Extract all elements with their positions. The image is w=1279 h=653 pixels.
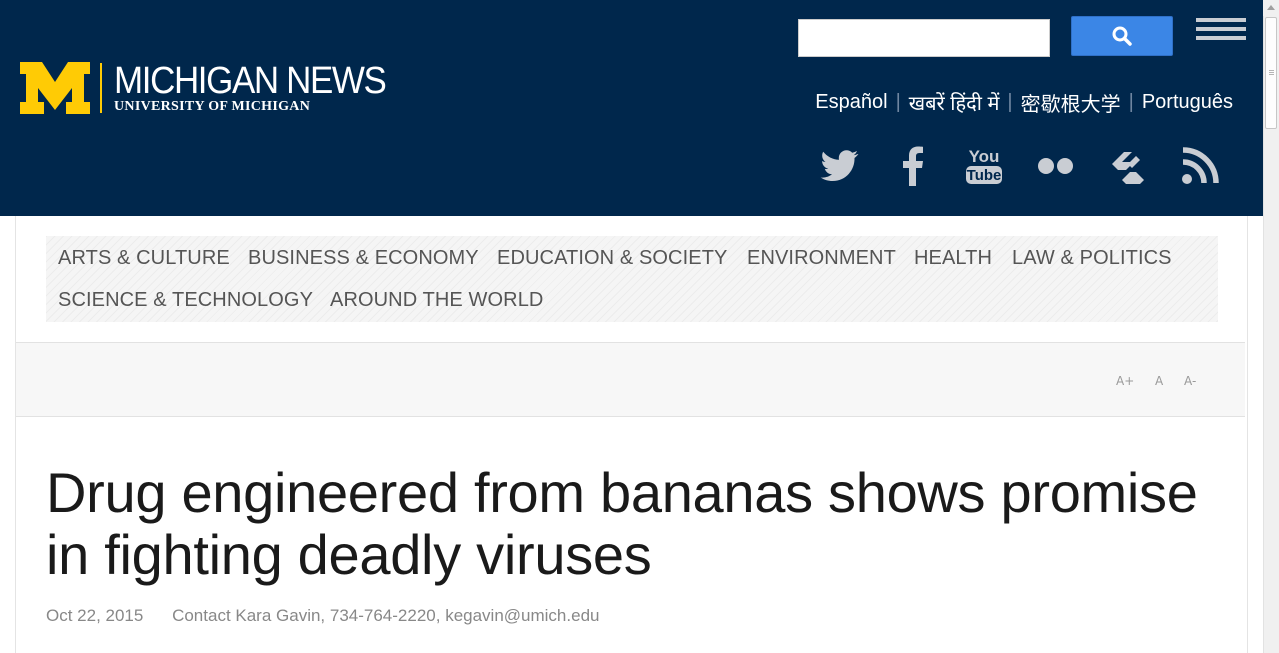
- lang-link-portugues[interactable]: Português: [1142, 91, 1233, 114]
- block-m-logo: [20, 62, 90, 114]
- topic-environment[interactable]: ENVIRONMENT: [747, 247, 896, 270]
- font-normal-button[interactable]: A: [1155, 374, 1163, 388]
- topic-arts-culture[interactable]: ARTS & CULTURE: [58, 247, 230, 270]
- scroll-grip-line: [1269, 72, 1274, 73]
- font-decrease-button[interactable]: A-: [1184, 374, 1196, 388]
- storify-icon: [1112, 152, 1144, 184]
- site-title: MICHIGAN NEWS: [114, 60, 387, 102]
- site-header: MICHIGAN NEWS UNIVERSITY OF MICHIGAN Esp…: [0, 0, 1263, 216]
- lang-link-hindi[interactable]: खबरें हिंदी में: [909, 89, 1000, 116]
- logo-divider: [100, 63, 102, 113]
- lang-separator: |: [1128, 91, 1134, 113]
- flickr-link[interactable]: [1034, 145, 1078, 187]
- facebook-link[interactable]: [890, 145, 934, 187]
- lang-link-chinese[interactable]: 密歇根大学: [1021, 88, 1121, 117]
- rss-icon: [1182, 147, 1219, 184]
- hamburger-icon-bar: [1196, 18, 1246, 22]
- topic-law-politics[interactable]: LAW & POLITICS: [1012, 247, 1172, 270]
- topic-navigation: ARTS & CULTURE BUSINESS & ECONOMY EDUCAT…: [46, 236, 1218, 322]
- lang-link-espanol[interactable]: Español: [815, 91, 887, 114]
- flickr-icon: [1038, 158, 1073, 174]
- twitter-icon: [820, 150, 859, 181]
- storify-link[interactable]: [1106, 145, 1150, 187]
- youtube-link[interactable]: You Tube: [962, 145, 1006, 187]
- scroll-grip-line: [1269, 70, 1274, 71]
- article-meta: Oct 22, 2015 Contact Kara Gavin, 734-764…: [46, 606, 599, 626]
- svg-text:Tube: Tube: [967, 167, 1002, 184]
- site-subtitle: UNIVERSITY OF MICHIGAN: [114, 99, 311, 114]
- scroll-thumb[interactable]: [1265, 17, 1277, 129]
- topic-education-society[interactable]: EDUCATION & SOCIETY: [497, 247, 727, 270]
- scroll-up-button[interactable]: [1263, 0, 1279, 16]
- michigan-news-logo[interactable]: MICHIGAN NEWS UNIVERSITY OF MICHIGAN: [20, 62, 409, 114]
- topic-health[interactable]: HEALTH: [914, 247, 992, 270]
- language-links: Español | खबरें हिंदी में | 密歇根大学 | Port…: [815, 88, 1233, 117]
- twitter-link[interactable]: [818, 145, 862, 187]
- article-date: Oct 22, 2015: [46, 606, 144, 625]
- article-contact: Contact Kara Gavin, 734-764-2220, kegavi…: [172, 606, 600, 625]
- article-headline: Drug engineered from bananas shows promi…: [46, 461, 1198, 586]
- hamburger-menu-button[interactable]: [1196, 18, 1246, 44]
- search-icon: [1112, 26, 1132, 46]
- font-increase-button[interactable]: A+: [1116, 374, 1134, 388]
- social-links: You Tube: [818, 145, 1222, 187]
- facebook-icon: [903, 146, 923, 186]
- svg-text:You: You: [969, 147, 1000, 166]
- hamburger-icon-bar: [1196, 27, 1246, 31]
- scroll-grip-line: [1269, 74, 1274, 75]
- search-button[interactable]: [1071, 16, 1173, 56]
- article-toolbar: [16, 342, 1245, 417]
- search-input[interactable]: [798, 19, 1050, 57]
- hamburger-icon-bar: [1196, 36, 1246, 40]
- lang-separator: |: [1007, 91, 1013, 113]
- youtube-icon: You Tube: [966, 147, 1002, 184]
- lang-separator: |: [895, 91, 901, 113]
- scroll-up-arrow-icon: [1267, 5, 1275, 10]
- rss-link[interactable]: [1178, 145, 1222, 187]
- topic-business-economy[interactable]: BUSINESS & ECONOMY: [248, 247, 479, 270]
- topic-science-technology[interactable]: SCIENCE & TECHNOLOGY: [58, 289, 313, 312]
- topic-around-the-world[interactable]: AROUND THE WORLD: [330, 289, 543, 312]
